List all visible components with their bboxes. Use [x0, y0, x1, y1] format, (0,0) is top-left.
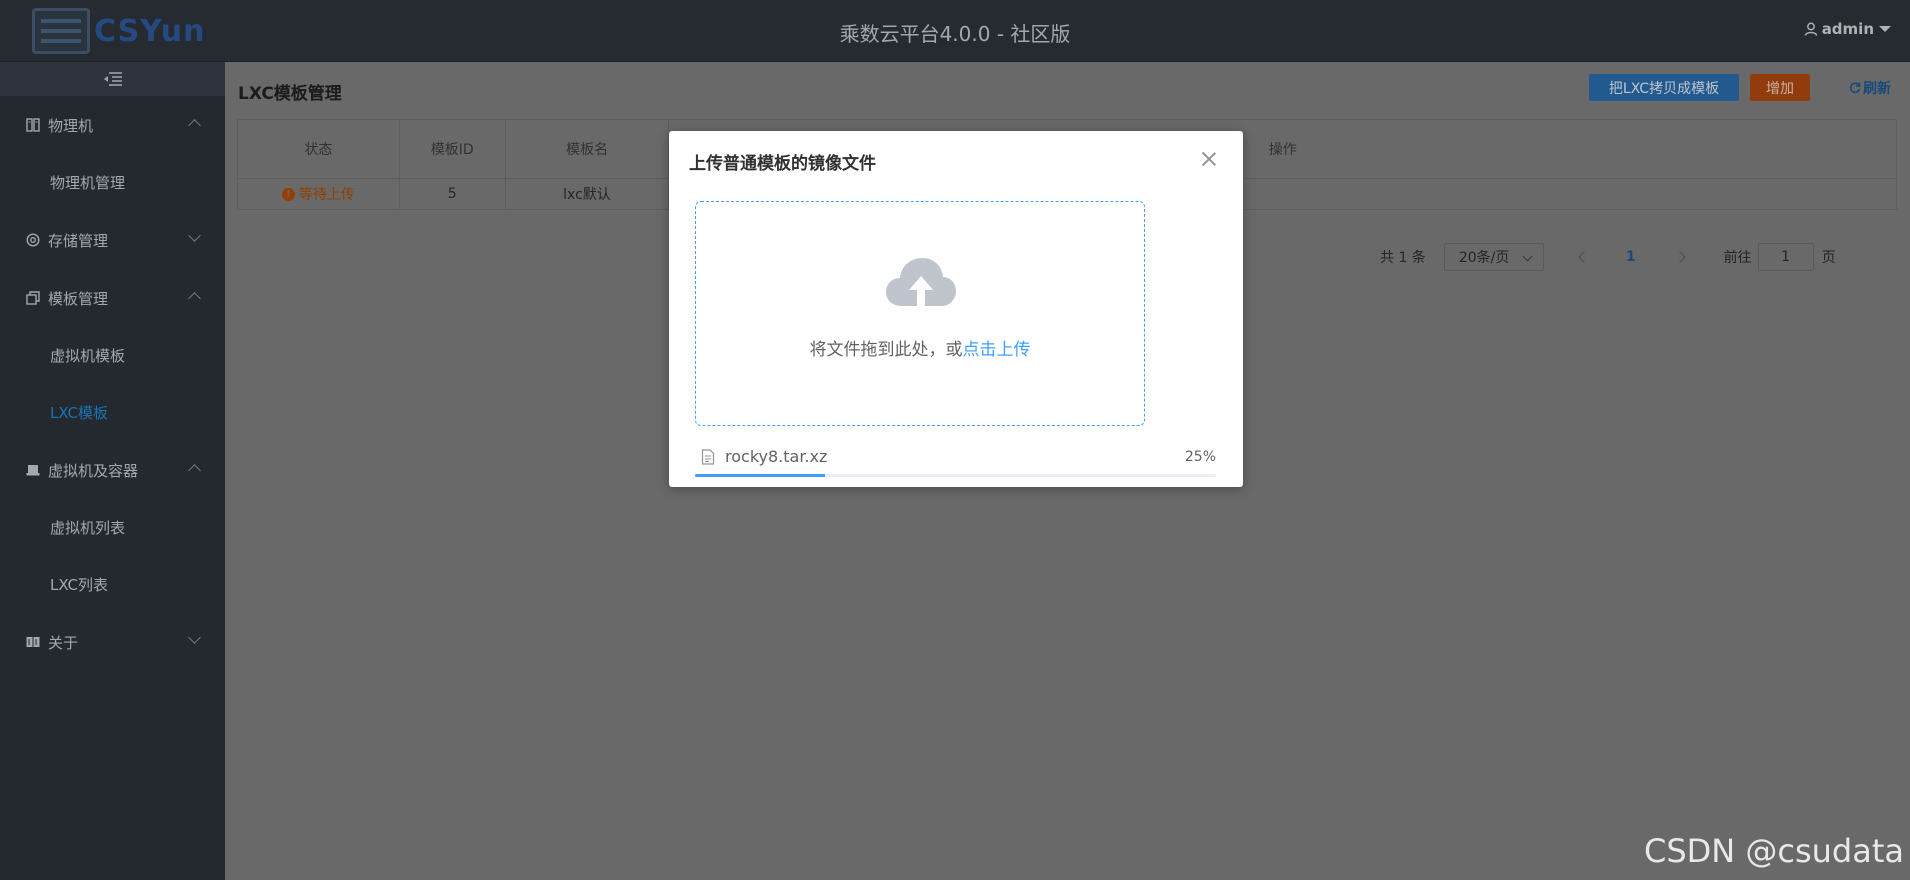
column-header: 模板名 [506, 120, 670, 178]
menu-fold-icon [103, 72, 122, 86]
server-icon [26, 118, 40, 132]
sidebar-group-label: 存储管理 [48, 231, 109, 250]
caret-down-icon [1879, 26, 1891, 32]
storage-icon [26, 233, 40, 247]
sidebar-group-about[interactable]: 关于 [0, 613, 225, 671]
upload-percent: 25% [1184, 449, 1216, 465]
book-icon [26, 635, 40, 649]
upload-file-item[interactable]: rocky8.tar.xz 25% [695, 447, 1216, 469]
status-cell: ! 等待上传 [238, 179, 400, 209]
refresh-icon [1849, 82, 1861, 93]
top-header: CSYun 乘数云平台4.0.0 - 社区版 admin [0, 0, 1910, 62]
refresh-button[interactable]: 刷新 [1835, 74, 1905, 101]
dropzone-text: 将文件拖到此处，或点击上传 [696, 335, 1144, 360]
add-button[interactable]: 增加 [1750, 74, 1810, 101]
page-size-select[interactable]: 20条/页 [1443, 243, 1544, 271]
status-badge: ! 等待上传 [281, 184, 355, 204]
sidebar-group-templates[interactable]: 模板管理 [0, 269, 225, 327]
chevron-up-icon [188, 119, 201, 132]
sidebar-group-label: 关于 [48, 633, 79, 652]
sidebar-item-vm-list[interactable]: 虚拟机列表 [0, 499, 225, 556]
cloud-upload-icon [886, 258, 956, 306]
drop-hint: 将文件拖到此处，或 [809, 340, 963, 360]
sidebar-item-vm-templates[interactable]: 虚拟机模板 [0, 327, 225, 384]
chevron-up-icon [188, 464, 201, 477]
column-header: 模板ID [400, 120, 506, 178]
goto-suffix: 页 [1821, 250, 1836, 266]
sidebar-item-lxc-list[interactable]: LXC列表 [0, 556, 225, 613]
goto-page-input[interactable]: 1 [1757, 243, 1814, 271]
upload-dropzone[interactable]: 将文件拖到此处，或点击上传 [695, 201, 1145, 426]
user-menu[interactable]: admin [1804, 20, 1896, 38]
current-page[interactable]: 1 [1626, 249, 1636, 265]
close-icon[interactable] [1201, 151, 1217, 167]
user-name: admin [1821, 20, 1874, 38]
chevron-up-icon [188, 292, 201, 305]
dialog-title: 上传普通模板的镜像文件 [689, 154, 876, 174]
vm-icon [26, 463, 40, 477]
warning-icon: ! [281, 187, 295, 201]
goto-label: 前往 [1723, 250, 1752, 266]
sidebar-group-label: 模板管理 [48, 289, 109, 308]
name-cell: lxc默认 [506, 179, 670, 209]
chevron-down-icon [188, 631, 201, 644]
chevron-down-icon [188, 229, 201, 242]
upload-progress-fill [695, 474, 826, 477]
app-title: 乘数云平台4.0.0 - 社区版 [839, 22, 1071, 46]
sidebar-group-label: 虚拟机及容器 [48, 461, 139, 480]
next-page-icon[interactable] [1673, 251, 1686, 263]
file-name: rocky8.tar.xz [725, 447, 828, 466]
page-title: LXC模板管理 [238, 84, 342, 104]
sidebar-group-physical[interactable]: 物理机 [0, 96, 225, 154]
click-upload-link[interactable]: 点击上传 [963, 340, 1031, 360]
total-count: 共 1 条 [1380, 250, 1426, 266]
sidebar-group-storage[interactable]: 存储管理 [0, 211, 225, 269]
id-cell: 5 [400, 179, 506, 209]
sidebar-item-lxc-templates[interactable]: LXC模板 [0, 384, 225, 441]
user-icon [1804, 22, 1817, 36]
column-header: 状态 [238, 120, 400, 178]
status-text: 等待上传 [298, 187, 355, 203]
copy-lxc-to-template-button[interactable]: 把LXC拷贝成模板 [1589, 74, 1739, 101]
sidebar-collapse-button[interactable] [0, 62, 225, 96]
sidebar-group-label: 物理机 [48, 116, 94, 135]
template-icon [26, 291, 40, 305]
prev-page-icon[interactable] [1578, 251, 1590, 263]
watermark: CSDN @csudata [1643, 832, 1904, 870]
sidebar-item-physical-manage[interactable]: 物理机管理 [0, 154, 225, 211]
upload-progress-bar [695, 474, 1216, 477]
document-icon [701, 449, 715, 465]
sidebar: 物理机 物理机管理 存储管理 模板管理 虚拟机模板 LXC模板 虚拟机及容器 虚… [0, 62, 225, 880]
pagination: 共 1 条 20条/页 1 前往 1 页 [1380, 242, 1836, 272]
upload-dialog: 上传普通模板的镜像文件 将文件拖到此处，或点击上传 rocky8.tar.xz … [669, 131, 1243, 487]
refresh-label: 刷新 [1863, 80, 1891, 97]
sidebar-group-vms[interactable]: 虚拟机及容器 [0, 441, 225, 499]
